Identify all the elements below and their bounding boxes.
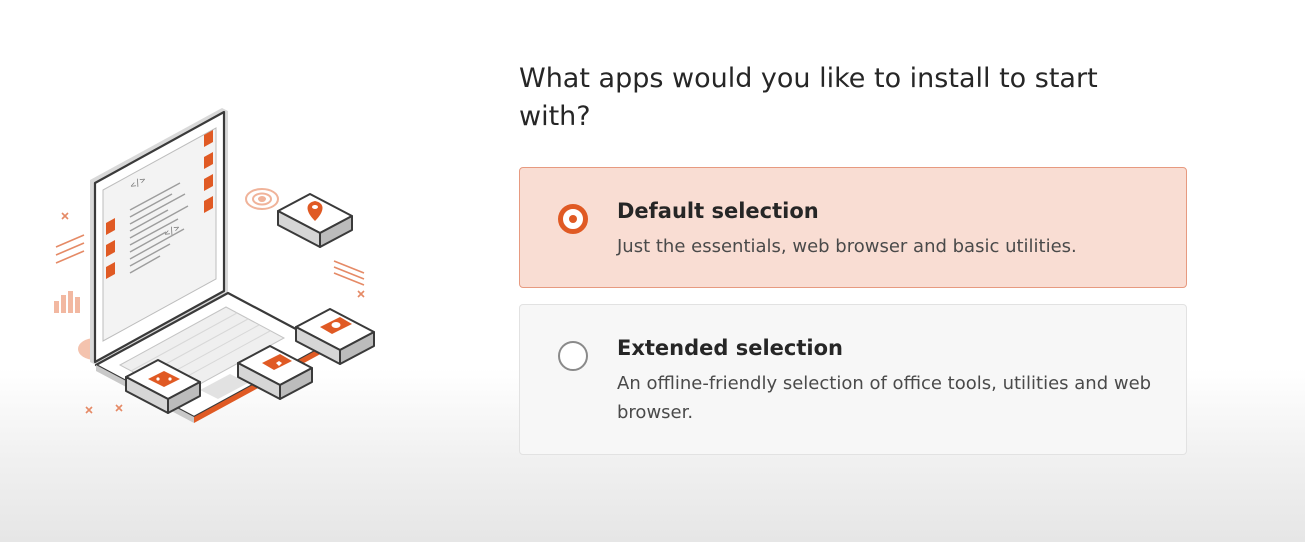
radio-selected-dot — [569, 215, 577, 223]
default-selection-radio[interactable] — [558, 204, 588, 234]
page-title: What apps would you like to install to s… — [519, 63, 1098, 132]
maps-app-tile — [277, 193, 353, 248]
default-selection-description: Just the essentials, web browser and bas… — [617, 236, 1077, 257]
default-selection-title: Default selection — [617, 199, 819, 223]
app-selection-panel: What apps would you like to install to s… — [519, 60, 1189, 455]
target-icon — [245, 188, 279, 210]
apps-illustration: </> </> — [54, 108, 375, 423]
extended-selection-description: An offline-friendly selection of office … — [617, 373, 1152, 423]
extended-selection-option[interactable]: Extended selection An offline-friendly s… — [519, 304, 1187, 455]
extended-selection-title: Extended selection — [617, 336, 843, 360]
default-selection-option[interactable]: Default selection Just the essentials, w… — [519, 167, 1187, 288]
extended-selection-radio[interactable] — [558, 341, 588, 371]
bar-chart-icon — [54, 291, 80, 313]
